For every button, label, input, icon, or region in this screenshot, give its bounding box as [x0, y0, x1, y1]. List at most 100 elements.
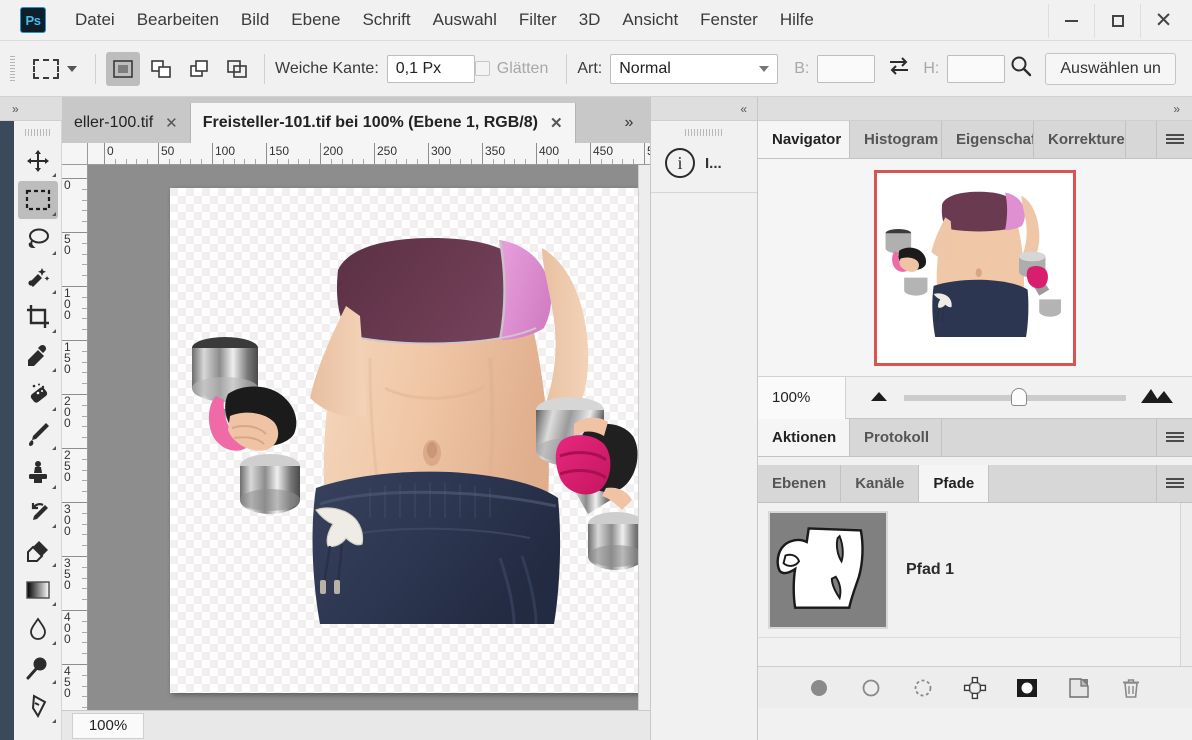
toolbar-expand-button[interactable]: » [0, 97, 62, 121]
new-selection-button[interactable] [106, 52, 140, 86]
options-bar-grip[interactable] [10, 56, 15, 82]
menu-schrift[interactable]: Schrift [351, 6, 421, 34]
quick-selection-tool[interactable] [18, 259, 58, 297]
delete-current-path-button[interactable] [1118, 675, 1144, 701]
navigator-panel-menu-button[interactable] [1156, 121, 1192, 158]
menu-bild[interactable]: Bild [230, 6, 280, 34]
pen-tool-icon [25, 694, 51, 720]
height-input[interactable] [947, 55, 1005, 83]
ruler-minor-tick [82, 372, 87, 373]
menu-ansicht[interactable]: Ansicht [611, 6, 689, 34]
document-tab-freisteller-101[interactable]: Freisteller-101.tif bei 100% (Ebene 1, R… [191, 103, 576, 143]
horizontal-ruler[interactable]: 05010015020025030035040045050 [88, 143, 650, 165]
make-work-path-from-selection-button[interactable] [962, 675, 988, 701]
menu-3d[interactable]: 3D [568, 6, 612, 34]
close-button[interactable]: ✕ [1140, 4, 1186, 38]
pen-tool[interactable] [18, 688, 58, 726]
dodge-tool[interactable] [18, 649, 58, 687]
fill-path-with-foreground-color-button[interactable] [806, 675, 832, 701]
tab-kanaele[interactable]: Kanäle [841, 465, 919, 502]
eyedropper-tool-icon [25, 343, 51, 369]
tab-ebenen[interactable]: Ebenen [758, 465, 841, 502]
lasso-tool[interactable] [18, 220, 58, 258]
document-tab-freisteller-100[interactable]: eller-100.tif ✕ [62, 103, 191, 143]
select-and-mask-button[interactable]: Auswählen un [1045, 53, 1176, 85]
antialias-checkbox[interactable] [475, 61, 490, 76]
navigator-thumbnail[interactable] [874, 170, 1076, 366]
subtract-from-selection-button[interactable] [182, 52, 216, 86]
width-input[interactable] [817, 55, 875, 83]
dock-grip[interactable] [685, 129, 723, 136]
ruler-minor-tick [82, 621, 87, 622]
minimize-button[interactable] [1048, 4, 1094, 38]
add-layer-mask-button[interactable] [1014, 675, 1040, 701]
stroke-path-with-brush-button[interactable] [858, 675, 884, 701]
clone-stamp-tool-icon [25, 460, 51, 486]
tab-navigator[interactable]: Navigator [758, 121, 850, 158]
eyedropper-tool[interactable] [18, 337, 58, 375]
style-select[interactable]: Normal [610, 54, 778, 84]
tab-overflow-button[interactable]: » [608, 103, 650, 143]
dock-collapse-button[interactable]: « [651, 97, 757, 121]
canvas-vertical-scrollbar[interactable] [638, 165, 650, 710]
close-icon[interactable]: ✕ [165, 114, 178, 132]
magnifier-icon[interactable] [1009, 54, 1033, 83]
menu-auswahl[interactable]: Auswahl [422, 6, 508, 34]
navigator-zoom-input[interactable]: 100% [758, 377, 846, 419]
move-tool[interactable] [18, 142, 58, 180]
tab-eigenschaften[interactable]: Eigenschaf [942, 121, 1034, 158]
menu-filter[interactable]: Filter [508, 6, 568, 34]
menu-fenster[interactable]: Fenster [689, 6, 769, 34]
crop-tool[interactable] [18, 298, 58, 336]
tab-korrekturen[interactable]: Korrekture [1034, 121, 1126, 158]
actions-panel-menu-button[interactable] [1156, 419, 1192, 456]
maximize-button[interactable] [1094, 4, 1140, 38]
navigator-preview[interactable] [758, 159, 1192, 377]
intersect-with-selection-button[interactable] [220, 52, 254, 86]
load-path-as-selection-button[interactable] [910, 675, 936, 701]
gradient-tool[interactable] [18, 571, 58, 609]
spot-healing-brush-tool[interactable] [18, 376, 58, 414]
menu-ebene[interactable]: Ebene [280, 6, 351, 34]
tab-protokoll[interactable]: Protokoll [850, 419, 942, 456]
tool-flyout-indicator [52, 446, 56, 450]
blur-tool[interactable] [18, 610, 58, 648]
close-icon[interactable]: ✕ [550, 114, 563, 132]
tool-preset-picker[interactable] [25, 59, 85, 79]
ruler-label: 350 [64, 558, 74, 591]
divider [566, 54, 567, 84]
menu-bearbeiten[interactable]: Bearbeiten [126, 6, 230, 34]
toolbar-grip[interactable] [25, 129, 51, 136]
swap-arrows-icon[interactable] [887, 56, 911, 81]
menu-datei[interactable]: Datei [64, 6, 126, 34]
ruler-minor-tick [82, 491, 87, 492]
eraser-tool[interactable] [18, 532, 58, 570]
rectangular-marquee-tool[interactable] [18, 181, 58, 219]
brush-tool[interactable] [18, 415, 58, 453]
navigator-zoom-slider[interactable] [904, 395, 1126, 401]
image-canvas[interactable] [170, 188, 638, 693]
tab-histogramm[interactable]: Histogram [850, 121, 942, 158]
ruler-minor-tick [82, 297, 87, 298]
ruler-corner[interactable] [62, 143, 88, 165]
tab-aktionen[interactable]: Aktionen [758, 419, 850, 456]
info-panel-button[interactable]: i I... [651, 140, 757, 193]
ruler-minor-tick [82, 189, 87, 190]
large-mountain-icon[interactable] [1140, 386, 1174, 409]
canvas-stage[interactable] [89, 166, 638, 710]
zoom-slider-handle[interactable] [1011, 388, 1027, 406]
clone-stamp-tool[interactable] [18, 454, 58, 492]
vertical-ruler[interactable]: 05010015020025030035040045050 [62, 165, 88, 740]
small-mountain-icon[interactable] [866, 387, 892, 408]
paths-panel-menu-button[interactable] [1156, 465, 1192, 502]
history-brush-tool[interactable] [18, 493, 58, 531]
menu-hilfe[interactable]: Hilfe [769, 6, 825, 34]
path-list-item[interactable]: Pfad 1 [758, 503, 1192, 638]
ruler-minor-tick [82, 318, 87, 319]
create-new-path-button[interactable] [1066, 675, 1092, 701]
feather-input[interactable]: 0,1 Px [387, 55, 475, 83]
dock-expand-button[interactable]: » [758, 97, 1192, 121]
add-to-selection-button[interactable] [144, 52, 178, 86]
zoom-level-input[interactable]: 100% [72, 713, 144, 739]
tab-pfade[interactable]: Pfade [919, 465, 989, 502]
